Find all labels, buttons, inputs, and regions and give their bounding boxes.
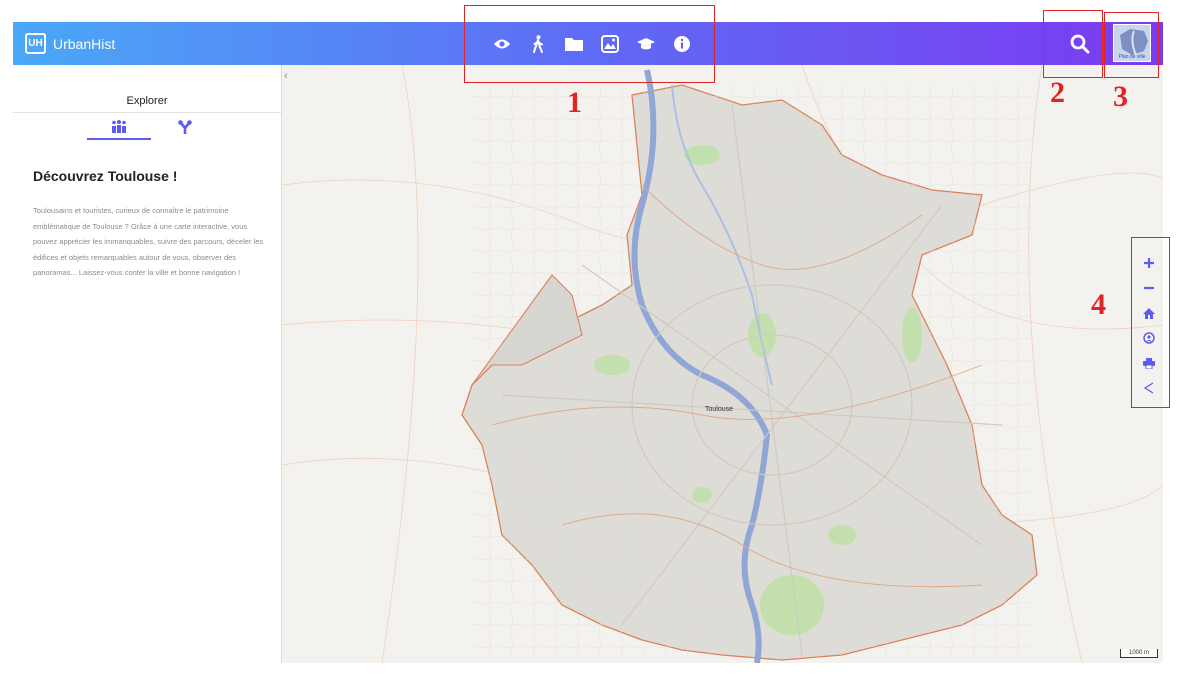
annotation-number-1: 1	[567, 86, 582, 119]
collapse-sidebar-icon[interactable]: ‹	[284, 70, 296, 82]
map-canvas	[282, 65, 1163, 663]
annotation-number-4: 4	[1091, 288, 1106, 321]
app-window: UH UrbanHist Plan de ville Explorer Déco…	[13, 22, 1163, 663]
tab-network[interactable]	[173, 119, 197, 139]
annotation-box-4	[1131, 237, 1170, 408]
brand[interactable]: UH UrbanHist	[25, 33, 115, 54]
app-name: UrbanHist	[53, 35, 116, 52]
annotation-box-3	[1104, 12, 1159, 78]
page-heading: Découvrez Toulouse !	[33, 168, 178, 184]
divider	[13, 112, 281, 113]
sidebar-title: Explorer	[126, 95, 168, 107]
intro-text: Toulousains et touristes, curieux de con…	[33, 206, 264, 277]
map-view[interactable]: Toulouse	[282, 65, 1163, 663]
annotation-number-3: 3	[1113, 80, 1128, 113]
sidebar: Explorer Découvrez Toulouse ! Toulousain…	[13, 65, 282, 663]
urbanhist-logo: UH	[25, 33, 46, 54]
tab-people[interactable]	[87, 120, 151, 140]
network-icon	[178, 119, 192, 139]
annotation-box-2	[1043, 10, 1103, 78]
city-label: Toulouse	[705, 406, 734, 413]
annotation-number-2: 2	[1050, 76, 1065, 109]
annotation-box-1	[464, 5, 715, 83]
people-icon	[111, 120, 127, 138]
map-scale: 1000 m	[1120, 649, 1158, 658]
